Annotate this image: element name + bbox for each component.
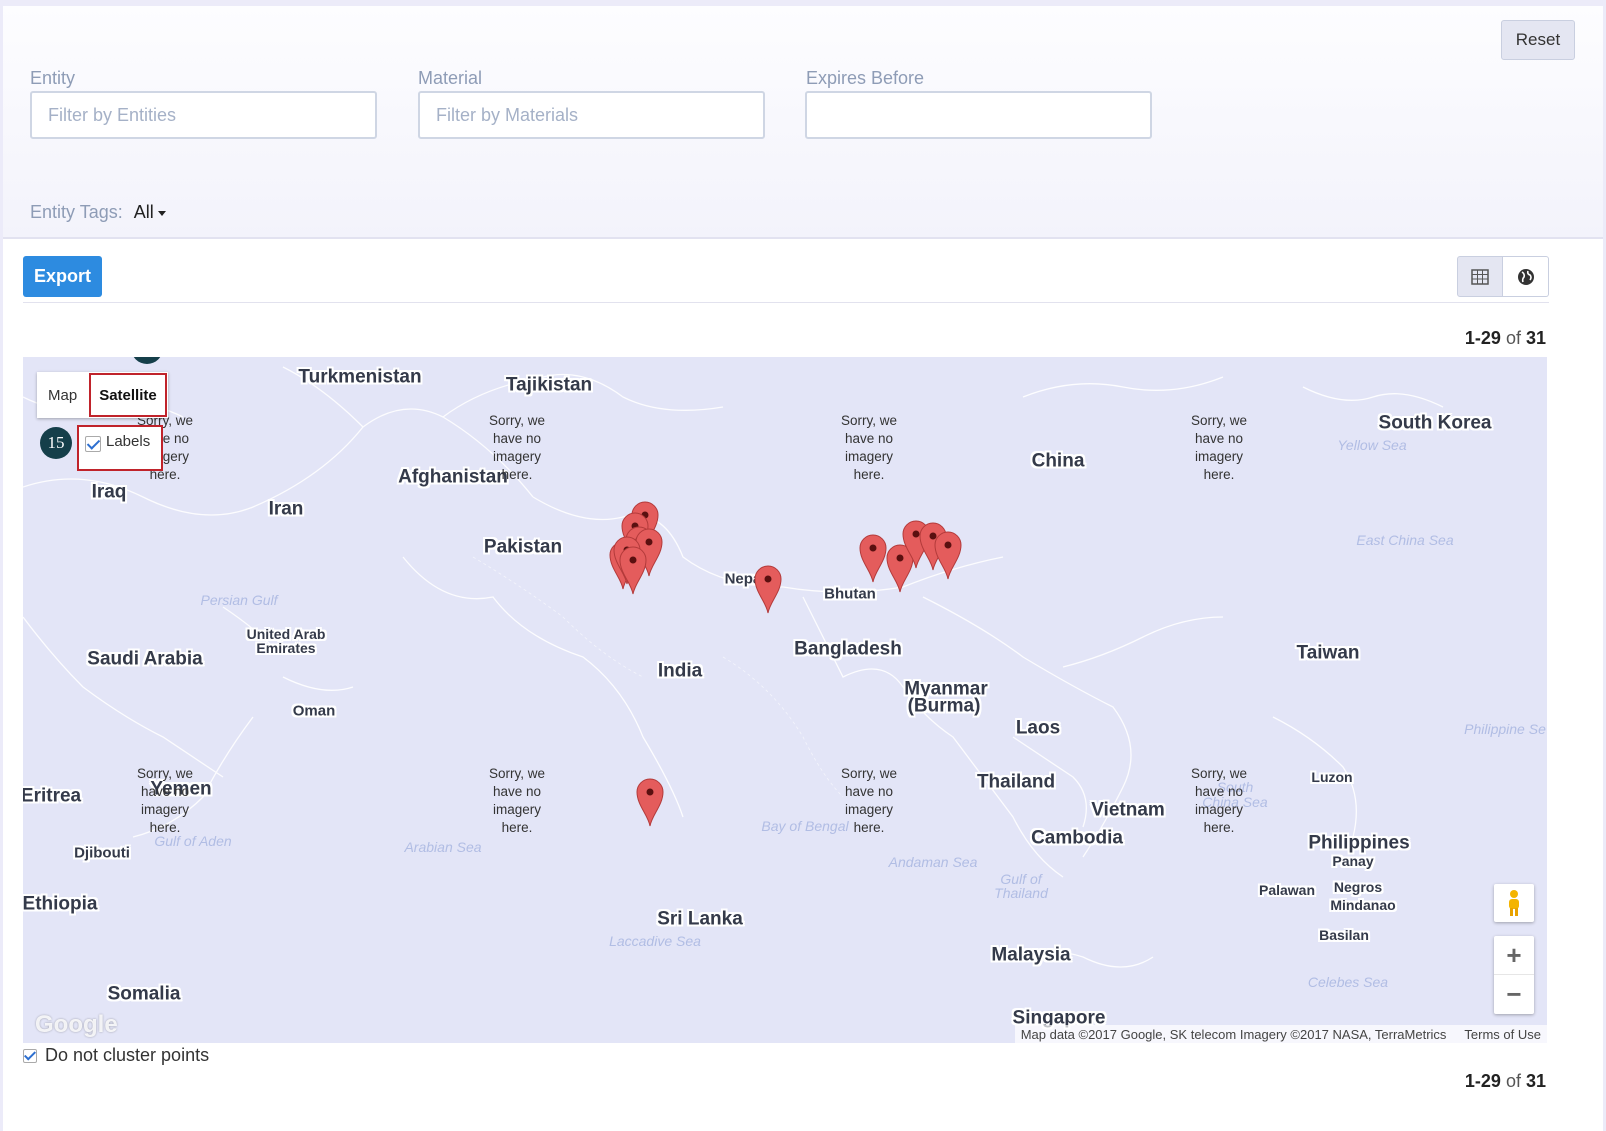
- country-label: India: [657, 660, 703, 682]
- map-marker-icon[interactable]: [635, 777, 665, 827]
- cluster-checkbox[interactable]: [23, 1048, 37, 1063]
- country-label: Bangladesh: [794, 638, 902, 660]
- cluster-option-label: Do not cluster points: [45, 1045, 210, 1065]
- filter-panel: Entity Material Expires Before Reset Ent…: [3, 6, 1603, 239]
- sea-label: Laccadive Sea: [609, 933, 701, 949]
- country-label: South Korea: [1378, 412, 1492, 434]
- map-type-map-button[interactable]: Map: [37, 372, 88, 418]
- no-imagery-notice: Sorry, we have no imagery here.: [840, 413, 897, 482]
- map-view[interactable]: Turkmenistan Tajikistan South Korea Afghani…: [23, 357, 1547, 1043]
- map-type-satellite-button[interactable]: Satellite: [88, 372, 168, 418]
- country-label: Negros: [1333, 879, 1383, 895]
- country-label: United Arab: [246, 626, 326, 642]
- country-label: Cambodia: [1031, 827, 1123, 849]
- page: Entity Material Expires Before Reset Ent…: [3, 6, 1603, 1131]
- no-imagery-notice: Sorry, we have no imagery here.: [136, 766, 193, 835]
- no-imagery-notice: Sorry, we have no imagery here.: [840, 766, 897, 835]
- country-label: Bhutan: [824, 585, 876, 603]
- export-button[interactable]: Export: [23, 256, 102, 297]
- sea-label: Persian Gulf: [200, 592, 278, 608]
- zoom-out-button[interactable]: −: [1494, 975, 1534, 1014]
- map-marker-icon[interactable]: [858, 533, 888, 583]
- country-label: Laos: [1015, 717, 1061, 739]
- callout-badge-15: 15: [40, 427, 72, 459]
- cluster-option[interactable]: Do not cluster points: [23, 1045, 209, 1066]
- country-label: Sri Lanka: [657, 908, 743, 930]
- country-label: Malaysia: [991, 944, 1071, 966]
- expires-before-label: Expires Before: [806, 68, 925, 88]
- entity-filter-input[interactable]: [30, 91, 377, 139]
- result-count-bottom: 1-29 of 31: [1464, 1071, 1546, 1091]
- google-logo: Google: [35, 1011, 118, 1038]
- attribution-text: Map data ©2017 Google, SK telecom Imager…: [1020, 1026, 1447, 1042]
- entity-tags: Entity Tags: All: [30, 202, 166, 223]
- expires-before-input[interactable]: [805, 91, 1152, 139]
- map-type-control: Map Satellite: [37, 372, 168, 418]
- entity-label: Entity: [30, 68, 76, 88]
- sea-label: Andaman Sea: [888, 854, 978, 870]
- country-label: Panay: [1332, 853, 1374, 869]
- labels-checkbox[interactable]: [85, 436, 101, 452]
- sea-label: Celebes Sea: [1307, 974, 1389, 990]
- country-label: Pakistan: [483, 536, 563, 558]
- country-label: Djibouti: [74, 844, 130, 862]
- labels-option-label: Labels: [106, 433, 151, 450]
- country-label: Emirates: [256, 640, 316, 656]
- globe-icon: [1517, 268, 1534, 285]
- no-imagery-notice: Sorry, we have no imagery here.: [488, 766, 545, 835]
- sea-label: Thailand: [994, 885, 1048, 901]
- toolbar-divider: [23, 302, 1549, 303]
- table-view-button[interactable]: [1457, 256, 1503, 297]
- country-label: Mindanao: [1330, 897, 1396, 913]
- no-imagery-notice: Sorry, we have no imagery here.: [1190, 413, 1247, 482]
- result-count-top: 1-29 of 31: [1464, 328, 1546, 348]
- pegman-button[interactable]: [1494, 884, 1534, 922]
- map-marker-icon[interactable]: [753, 564, 783, 614]
- map-marker-icon[interactable]: [933, 530, 963, 580]
- map-view-button[interactable]: [1503, 256, 1549, 297]
- entity-tags-label: Entity Tags:: [30, 202, 123, 222]
- country-label: Luzon: [1311, 769, 1353, 785]
- reset-button[interactable]: Reset: [1501, 20, 1575, 60]
- map-marker-icon[interactable]: [618, 545, 648, 595]
- sea-label: Arabian Sea: [404, 839, 482, 855]
- map-attribution: Map data ©2017 Google, SK telecom Imager…: [1014, 1025, 1547, 1043]
- table-icon: [1471, 268, 1489, 285]
- country-label: Tajikistan: [505, 374, 593, 396]
- country-label: Philippines: [1308, 832, 1410, 854]
- country-label: Ethiopia: [23, 893, 98, 915]
- country-label: Turkmenistan: [298, 366, 422, 388]
- labels-option[interactable]: Labels: [77, 425, 163, 471]
- pegman-icon: [1509, 890, 1519, 916]
- zoom-in-button[interactable]: +: [1494, 936, 1534, 975]
- country-label: Thailand: [976, 771, 1056, 793]
- country-label: Vietnam: [1091, 799, 1165, 821]
- country-label: Iraq: [91, 481, 127, 503]
- country-label: Iran: [268, 498, 304, 520]
- country-label: Saudi Arabia: [87, 648, 203, 670]
- material-filter-input[interactable]: [418, 91, 765, 139]
- sea-label: East China Sea: [1356, 532, 1454, 548]
- no-imagery-notice: Sorry, we have no imagery here.: [1190, 766, 1247, 835]
- country-label: Oman: [292, 702, 336, 720]
- sea-label: Yellow Sea: [1337, 437, 1407, 453]
- country-label: Basilan: [1319, 927, 1369, 943]
- country-label: Palawan: [1258, 882, 1316, 898]
- material-label: Material: [418, 68, 483, 88]
- caret-down-icon: [157, 210, 166, 216]
- country-label: Somalia: [107, 983, 181, 1005]
- entity-tags-value: All: [133, 202, 154, 222]
- no-imagery-notice: Sorry, we have no imagery here.: [488, 413, 545, 482]
- country-label: Taiwan: [1296, 642, 1360, 664]
- country-label: Eritrea: [23, 785, 82, 807]
- sea-label: Philippine Se: [1464, 721, 1546, 737]
- entity-tags-dropdown[interactable]: All: [134, 202, 166, 222]
- zoom-control: + −: [1494, 936, 1534, 1014]
- terms-of-use-link[interactable]: Terms of Use: [1464, 1027, 1541, 1042]
- country-label: (Burma): [907, 695, 981, 717]
- view-toggle: [1457, 256, 1549, 297]
- country-label: China: [1031, 450, 1085, 472]
